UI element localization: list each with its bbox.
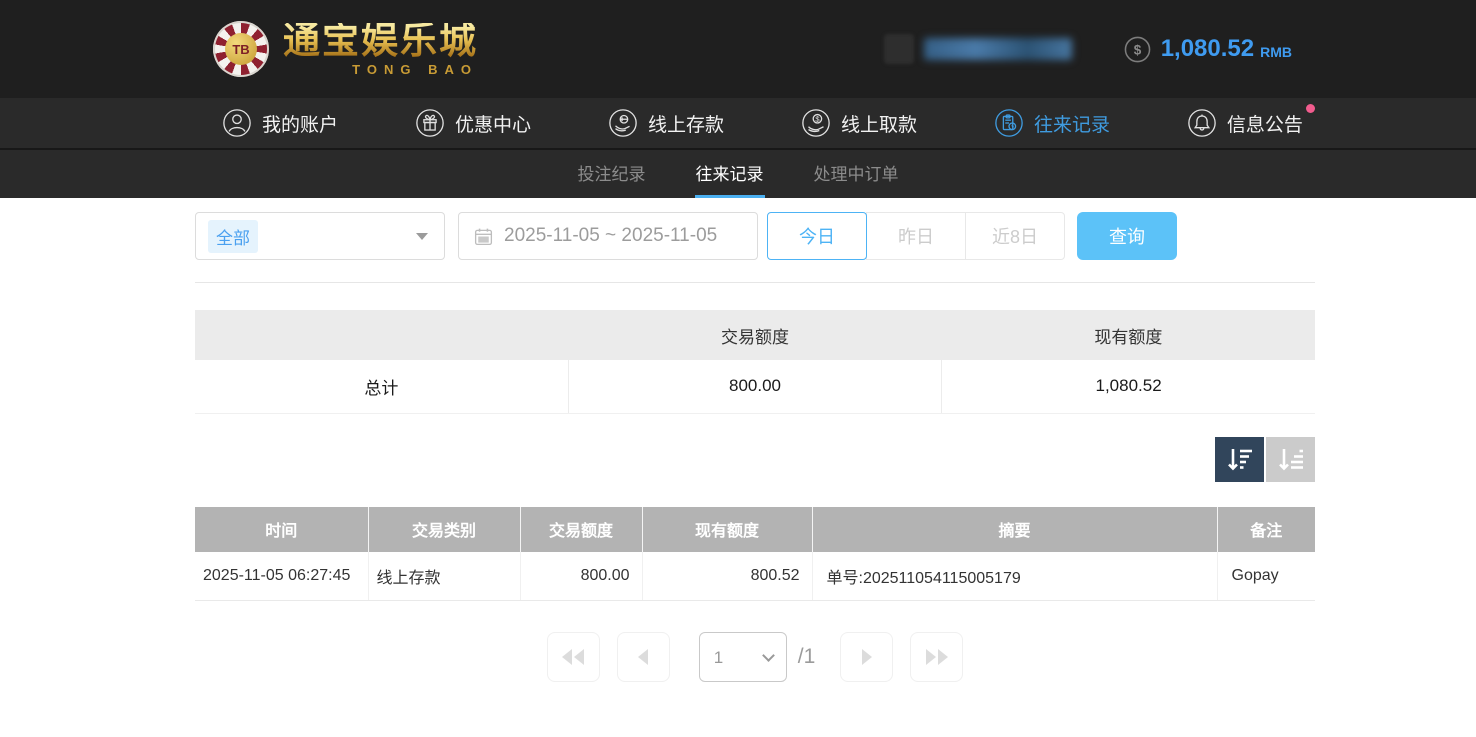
today-button[interactable]: 今日 <box>767 212 867 260</box>
site-logo[interactable]: TB 通宝娱乐城 TONG BAO <box>213 21 478 77</box>
cell-time: 2025-11-05 06:27:45 <box>195 552 368 601</box>
records-table: 时间 交易类别 交易额度 现有额度 摘要 备注 2025-11-05 06:27… <box>195 507 1315 602</box>
cell-balance: 800.52 <box>642 552 812 601</box>
cell-summary: 单号:202511054115005179 <box>812 552 1217 601</box>
nav-item-promotions[interactable]: 优惠中心 <box>415 108 531 138</box>
col-header-type: 交易类别 <box>368 507 520 552</box>
section-divider <box>195 282 1315 283</box>
right-arrow-icon <box>862 649 872 665</box>
col-header-note: 备注 <box>1217 507 1315 552</box>
yesterday-button[interactable]: 昨日 <box>866 212 966 260</box>
date-range-value: 2025-11-05 ~ 2025-11-05 <box>504 225 717 247</box>
tab-transaction-records[interactable]: 往来记录 <box>695 150 765 198</box>
sort-descending-icon <box>1226 447 1254 472</box>
summary-total-label: 总计 <box>195 360 568 413</box>
user-icon <box>222 108 252 138</box>
type-select[interactable]: 全部 <box>195 212 445 260</box>
summary-row: 总计 800.00 1,080.52 <box>195 360 1315 413</box>
site-title: 通宝娱乐城 <box>283 23 478 60</box>
summary-header-current: 现有额度 <box>942 310 1315 360</box>
username-redacted <box>924 38 1072 60</box>
last-page-button[interactable] <box>910 632 963 682</box>
main-navigation: 我的账户 优惠中心 线上存款 $ 线上取款 往来记录 <box>0 98 1476 148</box>
search-button[interactable]: 查询 <box>1077 212 1177 260</box>
user-area: $ 1,080.52 RMB <box>884 34 1292 64</box>
double-right-arrow-icon <box>926 649 936 665</box>
first-page-button[interactable] <box>547 632 600 682</box>
page-content: 全部 2025-11-05 ~ 2025-11-05 今日 昨日 近8日 查询 … <box>195 212 1315 682</box>
nav-label: 优惠中心 <box>455 110 531 137</box>
summary-table: 交易额度 现有额度 总计 800.00 1,080.52 <box>195 310 1315 414</box>
nav-item-withdraw[interactable]: $ 线上取款 <box>801 108 917 138</box>
quick-date-group: 今日 昨日 近8日 <box>768 212 1065 260</box>
nav-label: 往来记录 <box>1034 110 1110 137</box>
nav-label: 信息公告 <box>1227 110 1303 137</box>
withdraw-icon: $ <box>801 108 831 138</box>
table-row: 2025-11-05 06:27:45 线上存款 800.00 800.52 单… <box>195 552 1315 601</box>
chip-monogram: TB <box>225 33 257 65</box>
nav-item-transaction-records[interactable]: 往来记录 <box>994 108 1110 138</box>
avatar[interactable] <box>884 34 914 64</box>
summary-header-transaction: 交易额度 <box>568 310 941 360</box>
balance-group[interactable]: $ 1,080.52 RMB <box>1124 35 1292 63</box>
col-header-balance: 现有额度 <box>642 507 812 552</box>
sub-navigation: 投注纪录 往来记录 处理中订单 <box>0 148 1476 198</box>
tab-betting-records[interactable]: 投注纪录 <box>577 150 647 198</box>
col-header-amount: 交易额度 <box>520 507 642 552</box>
cell-amount: 800.00 <box>520 552 642 601</box>
chevron-down-icon <box>416 233 428 240</box>
col-header-summary: 摘要 <box>812 507 1217 552</box>
previous-page-button[interactable] <box>617 632 670 682</box>
nav-label: 我的账户 <box>262 110 338 137</box>
casino-chip-logo-icon: TB <box>213 21 269 77</box>
sort-descending-button[interactable] <box>1215 437 1264 482</box>
tab-pending-orders[interactable]: 处理中订单 <box>813 150 900 198</box>
cell-note: Gopay <box>1217 552 1315 601</box>
double-left-arrow-icon <box>562 649 572 665</box>
bell-icon <box>1187 108 1217 138</box>
page-select-wrap: 1 <box>699 632 787 682</box>
type-select-value: 全部 <box>208 220 258 253</box>
filter-row: 全部 2025-11-05 ~ 2025-11-05 今日 昨日 近8日 查询 <box>195 212 1315 260</box>
date-range-input[interactable]: 2025-11-05 ~ 2025-11-05 <box>458 212 758 260</box>
notification-dot <box>1306 104 1315 113</box>
svg-text:$: $ <box>1133 42 1141 57</box>
cell-type: 线上存款 <box>368 552 520 601</box>
balance-currency: RMB <box>1260 44 1292 60</box>
col-header-time: 时间 <box>195 507 368 552</box>
gift-icon <box>415 108 445 138</box>
pagination: 1 /1 <box>195 632 1315 682</box>
page-select[interactable]: 1 <box>700 633 786 681</box>
top-header: TB 通宝娱乐城 TONG BAO $ 1,080.52 RMB <box>0 0 1476 98</box>
sort-ascending-icon <box>1277 447 1305 472</box>
sort-controls <box>195 437 1315 482</box>
nav-item-my-account[interactable]: 我的账户 <box>222 108 338 138</box>
deposit-icon <box>608 108 638 138</box>
nav-label: 线上取款 <box>841 110 917 137</box>
dollar-coin-icon: $ <box>1124 36 1151 63</box>
total-pages-label: /1 <box>798 645 816 669</box>
site-subtitle: TONG BAO <box>352 63 478 76</box>
nav-item-announcements[interactable]: 信息公告 <box>1187 108 1303 138</box>
nav-item-deposit[interactable]: 线上存款 <box>608 108 724 138</box>
calendar-icon <box>473 226 494 247</box>
left-arrow-icon <box>638 649 648 665</box>
summary-transaction-amount: 800.00 <box>568 360 941 413</box>
last-8-days-button[interactable]: 近8日 <box>965 212 1065 260</box>
summary-current-amount: 1,080.52 <box>942 360 1315 413</box>
records-icon <box>994 108 1024 138</box>
summary-header-empty <box>195 310 568 360</box>
sort-ascending-button[interactable] <box>1266 437 1315 482</box>
balance-amount: 1,080.52 <box>1161 35 1254 63</box>
nav-label: 线上存款 <box>648 110 724 137</box>
next-page-button[interactable] <box>840 632 893 682</box>
records-header-row: 时间 交易类别 交易额度 现有额度 摘要 备注 <box>195 507 1315 552</box>
